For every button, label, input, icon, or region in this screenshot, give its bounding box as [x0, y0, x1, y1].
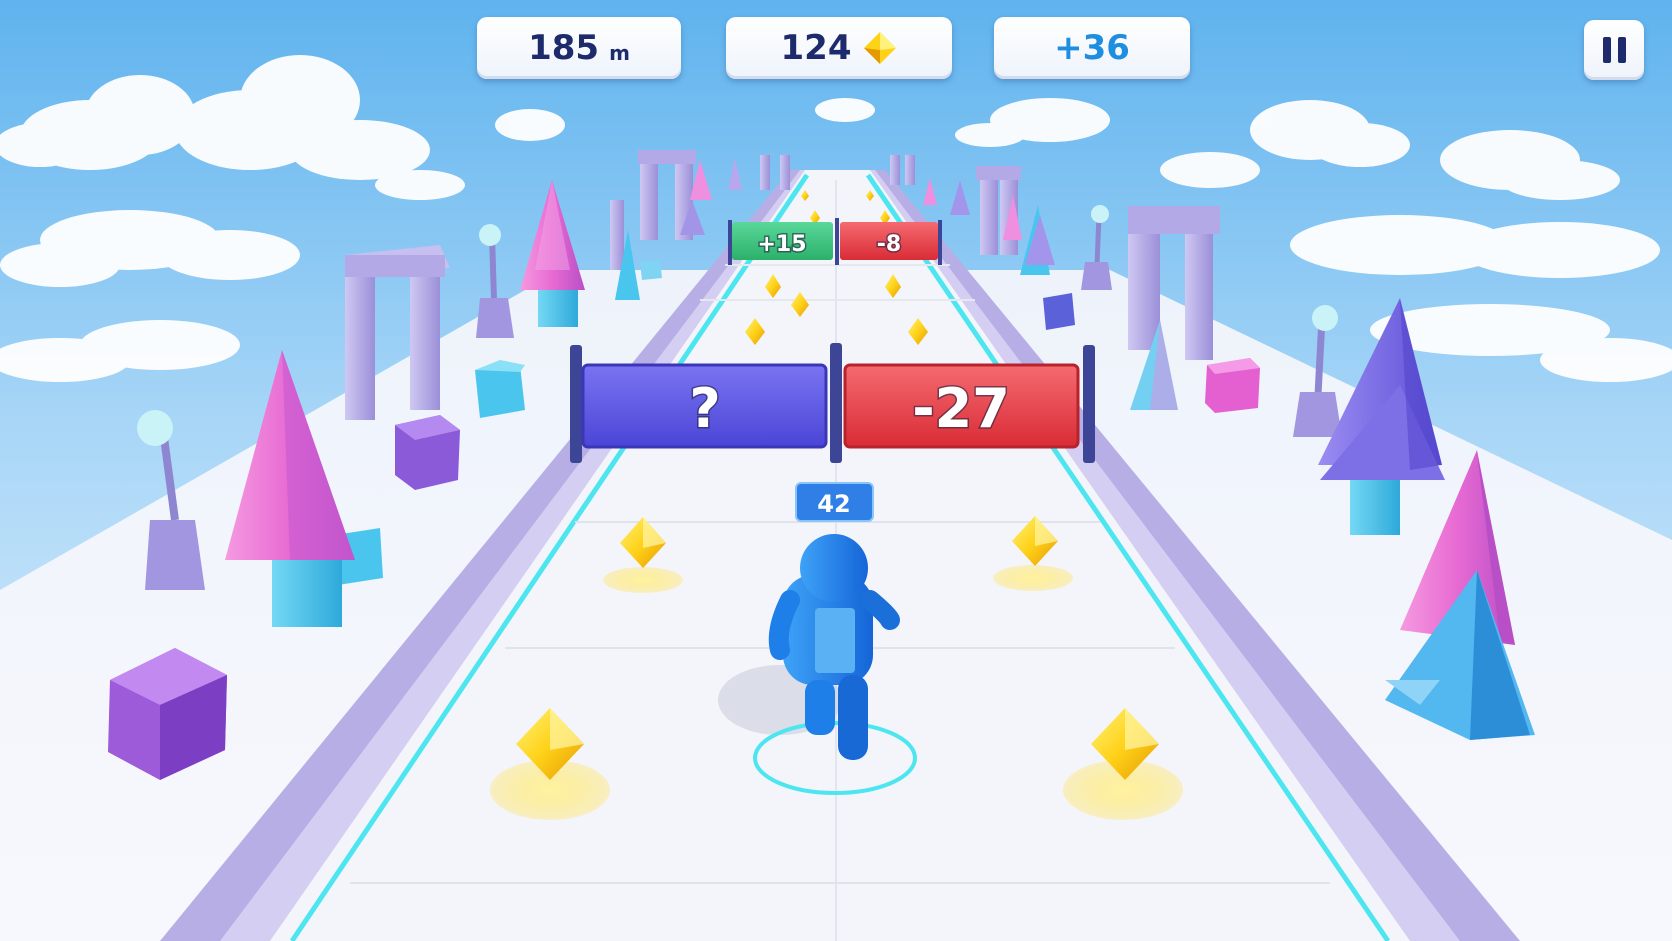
player-count-badge: 42 — [795, 482, 874, 522]
distance-unit: m — [609, 41, 630, 65]
game-scene: +15 -8 ? -27 42 — [0, 0, 1672, 941]
player-count-text: 42 — [817, 490, 850, 518]
gate-near-right-label: -27 — [912, 377, 1010, 440]
far-gate: +15 -8 — [728, 218, 942, 265]
diamond-icon — [864, 32, 897, 64]
pause-icon-bar — [1617, 37, 1626, 63]
bonus-value: +36 — [1054, 28, 1130, 68]
distance-display: 185 m — [477, 17, 681, 79]
gem-counter: 124 — [726, 17, 952, 79]
gem-count-value: 124 — [780, 28, 852, 68]
distance-value: 185 — [528, 28, 600, 68]
gate-far-left-label: +15 — [757, 232, 806, 257]
pause-button[interactable] — [1584, 20, 1644, 80]
pause-icon — [1602, 37, 1611, 63]
gate-far-right-label: -8 — [877, 232, 901, 257]
gate-near-left-label: ? — [689, 377, 720, 440]
bonus-display: +36 — [994, 17, 1190, 79]
